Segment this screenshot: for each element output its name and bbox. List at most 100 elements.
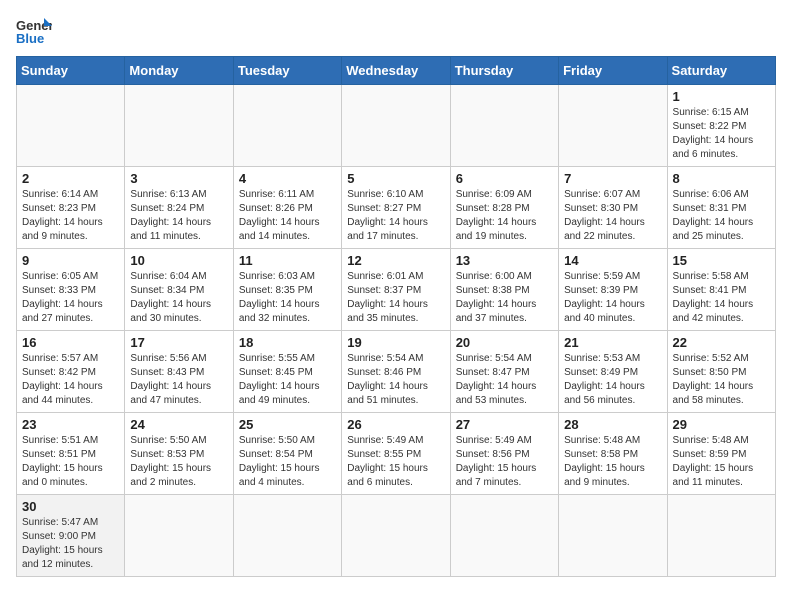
calendar-day-cell: 28 Sunrise: 5:48 AM Sunset: 8:58 PM Dayli… — [559, 413, 667, 495]
calendar-day-cell: 7 Sunrise: 6:07 AM Sunset: 8:30 PM Daylig… — [559, 167, 667, 249]
day-number: 28 — [564, 417, 661, 432]
calendar-day-cell: 19 Sunrise: 5:54 AM Sunset: 8:46 PM Dayli… — [342, 331, 450, 413]
day-number: 1 — [673, 89, 770, 104]
calendar-day-cell: 22Sunrise: 5:52 AM Sunset: 8:50 PM Dayli… — [667, 331, 775, 413]
calendar-day-cell: 13 Sunrise: 6:00 AM Sunset: 8:38 PM Dayli… — [450, 249, 558, 331]
calendar-day-cell: 8 Sunrise: 6:06 AM Sunset: 8:31 PM Daylig… — [667, 167, 775, 249]
day-info: Sunrise: 5:51 AM Sunset: 8:51 PM Dayligh… — [22, 434, 119, 490]
logo: General Blue — [16, 16, 52, 46]
calendar-day-cell — [125, 85, 233, 167]
weekday-header-cell: Wednesday — [342, 57, 450, 85]
day-info: Sunrise: 5:55 AM Sunset: 8:45 PM Dayligh… — [239, 352, 336, 408]
weekday-header-cell: Friday — [559, 57, 667, 85]
calendar-day-cell — [450, 85, 558, 167]
day-info: Sunrise: 6:04 AM Sunset: 8:34 PM Dayligh… — [130, 270, 227, 326]
day-number: 10 — [130, 253, 227, 268]
calendar-day-cell: 2 Sunrise: 6:14 AM Sunset: 8:23 PM Daylig… — [17, 167, 125, 249]
day-number: 20 — [456, 335, 553, 350]
day-info: Sunrise: 6:10 AM Sunset: 8:27 PM Dayligh… — [347, 188, 444, 244]
day-info: Sunrise: 6:11 AM Sunset: 8:26 PM Dayligh… — [239, 188, 336, 244]
day-info: Sunrise: 6:09 AM Sunset: 8:28 PM Dayligh… — [456, 188, 553, 244]
day-number: 16 — [22, 335, 119, 350]
day-info: Sunrise: 6:00 AM Sunset: 8:38 PM Dayligh… — [456, 270, 553, 326]
day-info: Sunrise: 5:50 AM Sunset: 8:54 PM Dayligh… — [239, 434, 336, 490]
day-number: 8 — [673, 171, 770, 186]
day-info: Sunrise: 5:49 AM Sunset: 8:55 PM Dayligh… — [347, 434, 444, 490]
day-info: Sunrise: 6:13 AM Sunset: 8:24 PM Dayligh… — [130, 188, 227, 244]
day-number: 30 — [22, 499, 119, 514]
weekday-header-cell: Thursday — [450, 57, 558, 85]
day-info: Sunrise: 5:48 AM Sunset: 8:59 PM Dayligh… — [673, 434, 770, 490]
calendar-day-cell: 11Sunrise: 6:03 AM Sunset: 8:35 PM Dayli… — [233, 249, 341, 331]
calendar-week-row: 2 Sunrise: 6:14 AM Sunset: 8:23 PM Daylig… — [17, 167, 776, 249]
calendar-day-cell: 9Sunrise: 6:05 AM Sunset: 8:33 PM Daylig… — [17, 249, 125, 331]
calendar-day-cell — [667, 495, 775, 577]
day-number: 17 — [130, 335, 227, 350]
day-number: 29 — [673, 417, 770, 432]
day-info: Sunrise: 6:07 AM Sunset: 8:30 PM Dayligh… — [564, 188, 661, 244]
day-number: 4 — [239, 171, 336, 186]
day-info: Sunrise: 5:49 AM Sunset: 8:56 PM Dayligh… — [456, 434, 553, 490]
calendar-day-cell: 12Sunrise: 6:01 AM Sunset: 8:37 PM Dayli… — [342, 249, 450, 331]
weekday-header-cell: Tuesday — [233, 57, 341, 85]
calendar-body: 1 Sunrise: 6:15 AM Sunset: 8:22 PM Daylig… — [17, 85, 776, 577]
day-number: 11 — [239, 253, 336, 268]
calendar-day-cell: 15Sunrise: 5:58 AM Sunset: 8:41 PM Dayli… — [667, 249, 775, 331]
day-number: 2 — [22, 171, 119, 186]
weekday-header-cell: Monday — [125, 57, 233, 85]
calendar-day-cell — [342, 495, 450, 577]
calendar-day-cell: 24 Sunrise: 5:50 AM Sunset: 8:53 PM Dayli… — [125, 413, 233, 495]
day-info: Sunrise: 6:14 AM Sunset: 8:23 PM Dayligh… — [22, 188, 119, 244]
calendar-day-cell: 20 Sunrise: 5:54 AM Sunset: 8:47 PM Dayli… — [450, 331, 558, 413]
day-number: 27 — [456, 417, 553, 432]
calendar-day-cell: 6 Sunrise: 6:09 AM Sunset: 8:28 PM Daylig… — [450, 167, 558, 249]
calendar-day-cell — [342, 85, 450, 167]
day-info: Sunrise: 5:54 AM Sunset: 8:46 PM Dayligh… — [347, 352, 444, 408]
svg-text:Blue: Blue — [16, 31, 44, 46]
day-number: 19 — [347, 335, 444, 350]
calendar-day-cell: 4 Sunrise: 6:11 AM Sunset: 8:26 PM Daylig… — [233, 167, 341, 249]
calendar-day-cell: 5Sunrise: 6:10 AM Sunset: 8:27 PM Daylig… — [342, 167, 450, 249]
calendar-day-cell — [559, 85, 667, 167]
calendar-week-row: 9Sunrise: 6:05 AM Sunset: 8:33 PM Daylig… — [17, 249, 776, 331]
calendar-week-row: 1 Sunrise: 6:15 AM Sunset: 8:22 PM Daylig… — [17, 85, 776, 167]
day-info: Sunrise: 6:06 AM Sunset: 8:31 PM Dayligh… — [673, 188, 770, 244]
day-info: Sunrise: 5:48 AM Sunset: 8:58 PM Dayligh… — [564, 434, 661, 490]
calendar-day-cell: 14 Sunrise: 5:59 AM Sunset: 8:39 PM Dayli… — [559, 249, 667, 331]
day-number: 12 — [347, 253, 444, 268]
day-number: 14 — [564, 253, 661, 268]
day-number: 6 — [456, 171, 553, 186]
calendar-week-row: 23 Sunrise: 5:51 AM Sunset: 8:51 PM Dayli… — [17, 413, 776, 495]
logo-icon: General Blue — [16, 16, 52, 46]
calendar-day-cell: 30 Sunrise: 5:47 AM Sunset: 9:00 PM Dayli… — [17, 495, 125, 577]
header: General Blue — [16, 16, 776, 46]
calendar-day-cell: 27 Sunrise: 5:49 AM Sunset: 8:56 PM Dayli… — [450, 413, 558, 495]
day-info: Sunrise: 5:53 AM Sunset: 8:49 PM Dayligh… — [564, 352, 661, 408]
day-info: Sunrise: 5:50 AM Sunset: 8:53 PM Dayligh… — [130, 434, 227, 490]
day-info: Sunrise: 5:58 AM Sunset: 8:41 PM Dayligh… — [673, 270, 770, 326]
day-info: Sunrise: 5:52 AM Sunset: 8:50 PM Dayligh… — [673, 352, 770, 408]
day-number: 25 — [239, 417, 336, 432]
calendar-day-cell: 23 Sunrise: 5:51 AM Sunset: 8:51 PM Dayli… — [17, 413, 125, 495]
day-number: 24 — [130, 417, 227, 432]
calendar-day-cell: 21 Sunrise: 5:53 AM Sunset: 8:49 PM Dayli… — [559, 331, 667, 413]
calendar-day-cell — [450, 495, 558, 577]
day-info: Sunrise: 6:15 AM Sunset: 8:22 PM Dayligh… — [673, 106, 770, 162]
day-number: 18 — [239, 335, 336, 350]
day-info: Sunrise: 5:59 AM Sunset: 8:39 PM Dayligh… — [564, 270, 661, 326]
calendar-day-cell: 29 Sunrise: 5:48 AM Sunset: 8:59 PM Dayli… — [667, 413, 775, 495]
day-number: 26 — [347, 417, 444, 432]
day-number: 23 — [22, 417, 119, 432]
calendar-day-cell: 25 Sunrise: 5:50 AM Sunset: 8:54 PM Dayli… — [233, 413, 341, 495]
calendar-day-cell — [125, 495, 233, 577]
calendar-day-cell — [559, 495, 667, 577]
calendar-day-cell — [17, 85, 125, 167]
day-info: Sunrise: 6:05 AM Sunset: 8:33 PM Dayligh… — [22, 270, 119, 326]
day-number: 21 — [564, 335, 661, 350]
day-number: 13 — [456, 253, 553, 268]
day-info: Sunrise: 5:54 AM Sunset: 8:47 PM Dayligh… — [456, 352, 553, 408]
calendar-day-cell: 17Sunrise: 5:56 AM Sunset: 8:43 PM Dayli… — [125, 331, 233, 413]
day-number: 7 — [564, 171, 661, 186]
calendar-day-cell — [233, 85, 341, 167]
day-info: Sunrise: 5:47 AM Sunset: 9:00 PM Dayligh… — [22, 516, 119, 572]
